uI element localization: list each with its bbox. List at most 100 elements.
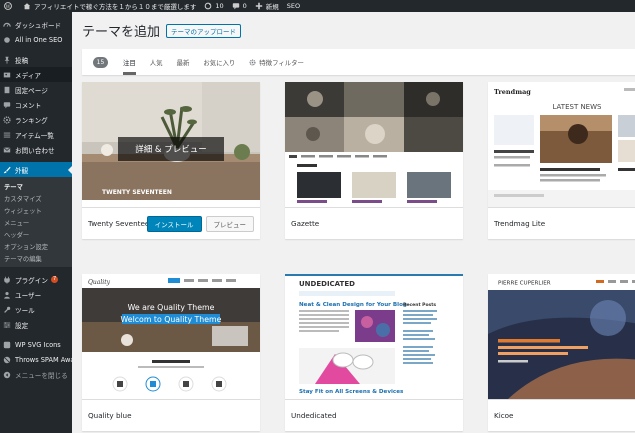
- recent-posts-heading: Recent Posts: [403, 302, 436, 308]
- preview-button[interactable]: プレビュー: [205, 216, 254, 232]
- site-name-link[interactable]: アフィリエイトで稼ぐ方法を１から１０まで厳選します: [23, 1, 196, 11]
- seo-link[interactable]: SEO: [287, 2, 300, 10]
- theme-name-bar: Quality blue: [82, 399, 260, 431]
- tab-featured[interactable]: 注目: [123, 49, 136, 75]
- submenu-customize[interactable]: カスタマイズ: [0, 192, 72, 204]
- plugin-icon: [3, 276, 11, 284]
- theme-name: Gazette: [291, 219, 320, 228]
- theme-name-bar: Gazette: [285, 207, 463, 239]
- pin-icon: [3, 56, 11, 64]
- user-icon: [3, 291, 11, 299]
- sidebar-item-dashboard[interactable]: ダッシュボード: [0, 17, 72, 32]
- sidebar-item-ranking[interactable]: ランキング: [0, 112, 72, 127]
- theme-name-bar: Twenty Seventeen インストール プレビュー: [82, 207, 260, 239]
- plugin-update-badge: 7: [50, 276, 59, 283]
- sidebar-item-appearance[interactable]: 外観: [0, 162, 72, 177]
- hero-heading: We are Quality Theme: [128, 303, 215, 312]
- submenu-themes[interactable]: テーマ: [0, 180, 72, 192]
- updates-link[interactable]: 10: [204, 2, 224, 10]
- theme-screenshot[interactable]: [285, 82, 463, 207]
- seo-icon: [3, 36, 11, 44]
- page-title: テーマを追加: [82, 25, 161, 40]
- sidebar-item-pages[interactable]: 固定ページ: [0, 82, 72, 97]
- comments-link[interactable]: 0: [232, 2, 247, 10]
- sidebar-item-plugins[interactable]: プラグイン 7: [0, 272, 72, 287]
- theme-filter-bar: 15 注目 人気 最新 お気に入り 特徴フィルター: [82, 49, 635, 75]
- comment-icon: [232, 3, 239, 10]
- theme-card-kicoe[interactable]: PIERRE CUPERLIER Kicoe: [488, 274, 635, 431]
- gear-icon: [249, 58, 256, 66]
- tab-favorites[interactable]: お気に入り: [203, 49, 235, 75]
- admin-bar: W アフィリエイトで稼ぐ方法を１から１０まで厳選します 10 0 新規 SEO: [0, 0, 635, 12]
- new-content-link[interactable]: 新規: [255, 1, 279, 11]
- sidebar-item-svg-icons[interactable]: WP SVG Icons: [0, 337, 72, 352]
- theme-screenshot[interactable]: Trendmag LATEST NEWS: [488, 82, 635, 207]
- theme-name: Twenty Seventeen: [88, 219, 154, 228]
- theme-card-twenty-seventeen[interactable]: TWENTY SEVENTEEN 詳細 & プレビュー Twenty Seven…: [82, 82, 260, 239]
- theme-name: Quality blue: [88, 411, 132, 420]
- updates-count: 10: [215, 2, 224, 10]
- theme-name-bar: Undedicated: [285, 399, 463, 431]
- theme-name: Trendmag Lite: [494, 219, 546, 228]
- main-content: テーマを追加 テーマのアップロード 15 注目 人気 最新 お気に入り 特徴フィ…: [72, 12, 635, 433]
- sidebar-item-posts[interactable]: 投稿: [0, 52, 72, 67]
- submenu-widgets[interactable]: ウィジェット: [0, 204, 72, 216]
- theme-card-undedicated[interactable]: UNDEDICATED Neat & Clean Design for Your…: [285, 274, 463, 431]
- sidebar-item-seo[interactable]: All in One SEO: [0, 32, 72, 47]
- plus-icon: [255, 2, 262, 10]
- sidebar-item-contact[interactable]: お問い合わせ: [0, 142, 72, 157]
- media-icon: [3, 71, 11, 79]
- theme-screenshot[interactable]: Quality We are Quality Theme Welcom to Q…: [82, 274, 260, 399]
- appearance-submenu: テーマ カスタマイズ ウィジェット メニュー ヘッダー オプション設定 テーマの…: [0, 177, 72, 267]
- kicoe-logo: PIERRE CUPERLIER: [498, 281, 551, 287]
- theme-card-quality-blue[interactable]: Quality We are Quality Theme Welcom to Q…: [82, 274, 260, 431]
- sidebar-item-tools[interactable]: ツール: [0, 302, 72, 317]
- sidebar-collapse[interactable]: メニューを閉じる: [0, 367, 72, 382]
- quality-logo: Quality: [88, 279, 111, 286]
- tab-popular[interactable]: 人気: [150, 49, 163, 75]
- trendmag-logo: Trendmag: [494, 88, 531, 96]
- theme-screenshot[interactable]: PIERRE CUPERLIER: [488, 274, 635, 399]
- latest-news-heading: LATEST NEWS: [553, 103, 603, 111]
- theme-name-bar: Trendmag Lite: [488, 207, 635, 239]
- theme-name: Kicoe: [494, 411, 514, 420]
- mail-icon: [3, 146, 11, 154]
- theme-card-gazette[interactable]: Gazette: [285, 82, 463, 239]
- theme-name: Undedicated: [291, 411, 337, 420]
- submenu-theme-editor[interactable]: テーマの編集: [0, 252, 72, 264]
- svg-icon: [3, 341, 11, 349]
- sidebar-item-items[interactable]: アイテム一覧: [0, 127, 72, 142]
- wp-logo-icon[interactable]: W: [4, 2, 15, 10]
- upload-theme-button[interactable]: テーマのアップロード: [166, 23, 242, 38]
- comment-icon: [3, 101, 11, 109]
- theme-count: 15: [93, 56, 108, 68]
- spam-icon: [3, 356, 11, 364]
- undedicated-logo: UNDEDICATED: [299, 280, 355, 288]
- sidebar-item-users[interactable]: ユーザー: [0, 287, 72, 302]
- banner-title: TWENTY SEVENTEEN: [102, 189, 172, 196]
- page-icon: [3, 86, 11, 94]
- site-name: アフィリエイトで稼ぐ方法を１から１０まで厳選します: [34, 3, 197, 11]
- sidebar-item-spam[interactable]: Throws SPAM Away: [0, 352, 72, 367]
- theme-name-bar: Kicoe: [488, 399, 635, 431]
- sidebar-item-settings[interactable]: 設定: [0, 317, 72, 332]
- updates-icon: [205, 2, 212, 10]
- submenu-options[interactable]: オプション設定: [0, 240, 72, 252]
- admin-sidebar: ダッシュボード All in One SEO 投稿 メディア 固定ページ コメン…: [0, 12, 72, 433]
- submenu-menus[interactable]: メニュー: [0, 216, 72, 228]
- details-preview-overlay[interactable]: 詳細 & プレビュー: [118, 137, 224, 161]
- new-label: 新規: [265, 3, 279, 11]
- sidebar-item-comments[interactable]: コメント: [0, 97, 72, 112]
- install-button[interactable]: インストール: [146, 216, 202, 232]
- page-header: テーマを追加 テーマのアップロード: [82, 21, 242, 40]
- home-icon: [23, 3, 31, 10]
- hero-subheading: Welcom to Quality Theme: [121, 315, 222, 324]
- feature-filter-button[interactable]: 特徴フィルター: [249, 49, 304, 75]
- sidebar-item-media[interactable]: メディア: [0, 67, 72, 82]
- submenu-header[interactable]: ヘッダー: [0, 228, 72, 240]
- theme-screenshot[interactable]: UNDEDICATED Neat & Clean Design for Your…: [285, 274, 463, 399]
- theme-card-trendmag-lite[interactable]: Trendmag LATEST NEWS Trendmag Lite: [488, 82, 635, 239]
- theme-screenshot[interactable]: TWENTY SEVENTEEN 詳細 & プレビュー: [82, 82, 260, 207]
- seo-label: SEO: [286, 2, 301, 10]
- tab-latest[interactable]: 最新: [177, 49, 190, 75]
